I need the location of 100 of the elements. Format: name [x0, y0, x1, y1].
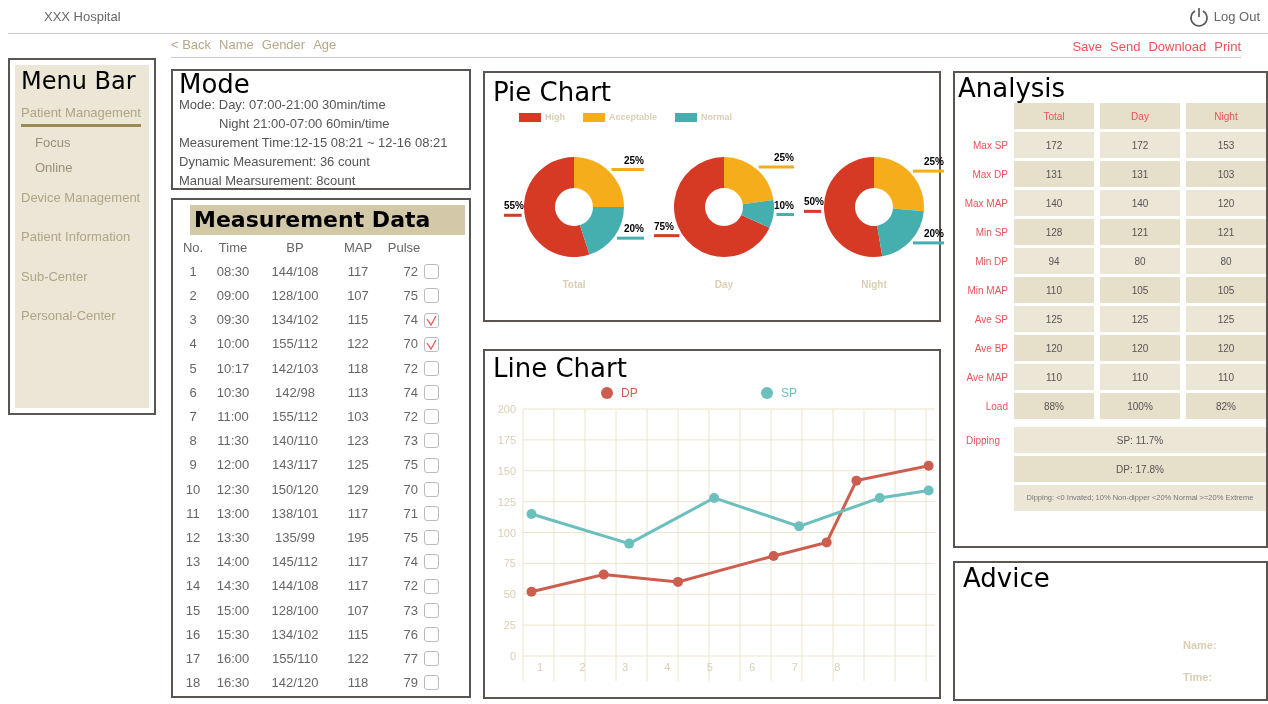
menu-item[interactable]: Sub-Center [21, 266, 88, 286]
y-tick-label: 200 [497, 403, 516, 415]
back-link[interactable]: < Back [171, 34, 212, 54]
percent-label: 25% [624, 154, 644, 165]
table-cell-text: 70 [402, 480, 419, 499]
table-cell-text: 10:00 [215, 335, 251, 354]
table-cell-text: 16 [184, 625, 202, 644]
line-chart-title: Line Chart [492, 355, 628, 381]
y-tick-label: 25 [503, 619, 516, 632]
column-header: Time [217, 238, 249, 257]
table-cell-text: 107 [346, 601, 370, 620]
table-cell-text: 115 [346, 625, 370, 644]
table-cell-text: 1 [188, 262, 198, 281]
action-link[interactable]: Send [1110, 36, 1141, 56]
action-link[interactable]: Save [1072, 36, 1103, 56]
table-cell-text: 145/112 [271, 553, 319, 572]
patient-field: Age [313, 34, 337, 54]
hospital-title: XXX Hospital [44, 7, 121, 26]
table-cell-text: 14:30 [215, 577, 251, 596]
table-cell-text: 12:00 [215, 456, 251, 475]
table-cell-text: 12:30 [215, 480, 251, 499]
table-cell-text: 9 [188, 456, 198, 475]
action-link[interactable]: Download [1148, 36, 1207, 56]
table-cell-text: 118 [346, 359, 370, 378]
table-cell: 105 [1186, 277, 1266, 303]
column-header: Total [1014, 103, 1094, 129]
table-cell-text: 18 [184, 674, 202, 693]
table-cell-text: 12 [184, 529, 202, 547]
advice-field-label: Time: [1183, 669, 1213, 685]
table-cell: 125 [1014, 306, 1094, 332]
row-label: Load [984, 399, 1008, 414]
percent-label: 10% [774, 199, 794, 211]
legend-label: Acceptable [609, 111, 658, 124]
table-cell: 140 [1014, 190, 1094, 216]
table-cell-text: 5 [188, 359, 198, 378]
menu-item[interactable]: Patient Management [21, 103, 141, 127]
table-cell-text: 117 [346, 262, 370, 281]
table-cell: 140 [1100, 190, 1180, 216]
table-cell-text: 7 [188, 408, 198, 427]
table-cell-text: 142/120 [270, 674, 320, 693]
x-tick-label: 3 [621, 661, 628, 673]
table-cell-text: 134/102 [270, 311, 320, 330]
table-cell-text: 71 [402, 504, 419, 523]
table-cell-text: 129 [346, 480, 370, 499]
action-link[interactable]: Print [1214, 36, 1241, 56]
table-cell: 110 [1014, 364, 1094, 390]
dipping-value: SP: 11.7% [1014, 427, 1266, 453]
column-header: MAP [342, 238, 374, 257]
y-tick-label: 100 [497, 526, 516, 539]
row-label: Max DP [971, 167, 1008, 182]
x-tick-label: 2 [579, 661, 586, 673]
table-cell-text: 17 [184, 649, 202, 668]
menu-item[interactable]: Device Management [21, 187, 141, 207]
table-cell-text: 142/103 [270, 359, 320, 378]
patient-field: Name [219, 34, 254, 54]
table-cell-text: 11 [185, 504, 201, 523]
submenu-item[interactable]: Online [35, 158, 73, 178]
table-cell: 120 [1186, 335, 1266, 361]
menu-item[interactable]: Personal-Center [21, 306, 116, 326]
table-cell-text: 79 [402, 674, 419, 693]
table-cell: 172 [1100, 132, 1180, 158]
table-cell-text: 72 [402, 262, 419, 281]
row-label: Ave SP [973, 312, 1008, 327]
legend-label: High [545, 111, 565, 124]
table-cell: 100% [1100, 393, 1180, 419]
table-cell-text: 115 [346, 311, 370, 330]
legend-label: DP [621, 386, 638, 400]
column-header: Day [1100, 103, 1180, 129]
table-cell-text: 77 [402, 649, 419, 668]
table-cell: 82% [1186, 393, 1266, 419]
menu-item[interactable]: Patient Information [21, 227, 131, 247]
x-tick-label: 1 [536, 661, 544, 673]
x-tick-label: 4 [664, 661, 671, 673]
row-label: Min DP [974, 254, 1008, 269]
table-cell-text: 138/101 [270, 504, 320, 523]
table-cell-text: 72 [402, 359, 419, 378]
legend-label: Normal [701, 111, 733, 124]
table-cell: 103 [1186, 161, 1266, 187]
table-cell-text: 117 [346, 504, 370, 523]
y-tick-label: 175 [497, 433, 516, 446]
table-cell-text: 118 [346, 674, 370, 693]
table-cell-text: 117 [346, 577, 370, 596]
donut-label: Total [562, 277, 586, 292]
mode-text: Manual Mearsurement: 8count [179, 172, 357, 190]
dipping-value: DP: 17.8% [1014, 456, 1266, 482]
table-cell-text: 117 [346, 553, 370, 572]
logout-button[interactable]: Log Out [1187, 5, 1260, 28]
table-cell-text: 74 [402, 383, 419, 402]
table-cell-text: 15:00 [215, 601, 251, 620]
table-cell-text: 142/98 [274, 383, 316, 402]
analysis-title: Analysis [958, 75, 1067, 101]
submenu-item[interactable]: Focus [35, 132, 71, 152]
table-cell-text: 72 [402, 577, 419, 596]
table-cell-text: 140/110 [271, 432, 319, 451]
x-tick-label: 5 [706, 661, 713, 673]
table-cell-text: 150/120 [270, 480, 320, 499]
mode-text: Mode: Day: 07:00-21:00 30min/time [179, 96, 387, 114]
table-cell-text: 123 [346, 432, 370, 451]
column-header: BP [285, 238, 305, 257]
table-cell-text: 16:30 [215, 674, 251, 693]
